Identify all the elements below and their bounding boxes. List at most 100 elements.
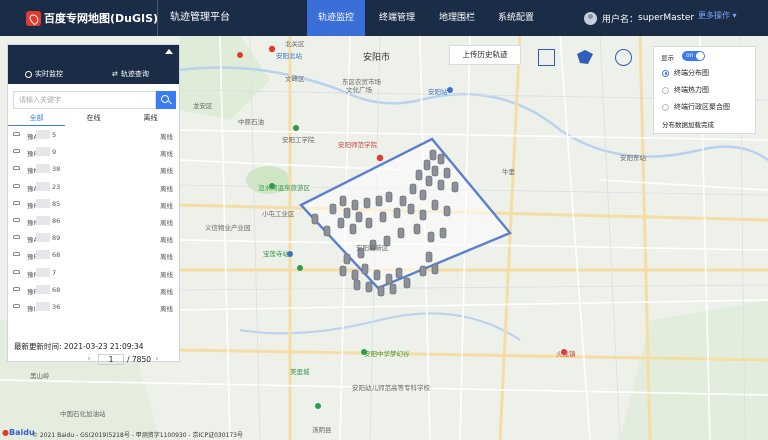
route-icon: ⇄: [112, 70, 118, 78]
search-input[interactable]: [13, 91, 156, 109]
map-label-xiaotun: 小屯工业区: [262, 210, 295, 218]
vehicle-id: 86: [52, 216, 61, 225]
nav-tab-system-config[interactable]: 系统配置: [487, 0, 545, 36]
vehicle-status: 离线: [160, 150, 173, 159]
search-button[interactable]: [156, 91, 176, 109]
map-label-wenfeng: 文峰区: [285, 75, 305, 83]
toggle-text: on: [686, 52, 694, 59]
vehicle-list-panel: 实时监控 ⇄ 轨迹查询 全部 在线 离线 豫A5离线 豫R9离线 豫N38离线 …: [7, 44, 180, 365]
polygon-tool-icon[interactable]: [571, 45, 599, 70]
car-icon: [13, 286, 20, 291]
baidu-logo[interactable]: ●Baidu: [2, 428, 35, 437]
vehicle-id: 68: [52, 251, 61, 260]
list-item[interactable]: 豫R 85 离线: [8, 196, 179, 213]
next-page-icon[interactable]: ›: [151, 354, 163, 364]
nav-tab-terminal-management[interactable]: 终端管理: [368, 0, 426, 36]
avatar: [584, 11, 597, 25]
list-item[interactable]: 豫R 9 离线: [8, 144, 179, 161]
filter-all[interactable]: 全部: [8, 113, 65, 126]
search-row: [13, 91, 176, 109]
app-root: 北关区 安阳市 安阳北站 文峰区 龙安区 东区农贸市场 文化广场 安阳站 中原石…: [0, 0, 768, 440]
map-label-meili: 美里城: [290, 368, 310, 376]
car-icon: [13, 235, 20, 240]
filter-offline[interactable]: 离线: [122, 113, 179, 123]
option-label: 终端行政区聚合图: [674, 103, 730, 111]
map-label-wenhua: 文化广场: [346, 86, 372, 94]
list-item[interactable]: 豫N 86 离线: [8, 213, 179, 230]
more-actions-menu[interactable]: 更多操作 ▾: [698, 10, 737, 21]
car-icon: [13, 303, 20, 308]
vehicle-id: 85: [52, 199, 61, 208]
option-distribution[interactable]: 终端分布图: [662, 67, 709, 79]
car-icon: [13, 252, 20, 257]
map-label-anyang-kindergarten: 安阳幼儿师范高等专科学校: [352, 384, 430, 392]
baidu-map-logo-icon: [26, 10, 41, 26]
radio-selected-icon: [662, 69, 669, 77]
display-toggle[interactable]: on: [682, 51, 705, 61]
display-options-panel: 显示 on 终端分布图 终端热力图 终端行政区聚合图 分布数据加载完成: [653, 46, 756, 134]
map-label-heishan: 黑山岭: [30, 372, 50, 380]
vehicle-id: 36: [52, 302, 61, 311]
list-item[interactable]: 豫N 38 离线: [8, 161, 179, 178]
map-label-longan: 龙安区: [193, 102, 213, 110]
logo[interactable]: 百度专网地图(DuGIS): [26, 10, 158, 26]
car-icon: [13, 166, 20, 171]
tab-label: 轨迹查询: [120, 70, 149, 78]
nav-tab-geofence[interactable]: 地理围栏: [428, 0, 486, 36]
last-updated-label: 最新更新时间:: [14, 342, 62, 351]
circle-tool-icon[interactable]: [610, 45, 638, 70]
car-icon: [13, 217, 20, 222]
vehicle-status: 离线: [160, 304, 173, 313]
user-info[interactable]: 用户名： superMaster: [584, 10, 694, 26]
map-label-anyang-hi: 安阳高新区: [356, 244, 389, 252]
nav-tab-track-monitor[interactable]: 轨迹监控: [307, 0, 365, 36]
vehicle-id: 68: [52, 285, 61, 294]
map-label-niuli: 牛里: [502, 168, 515, 176]
vehicle-status: 离线: [160, 133, 173, 141]
vehicle-status: 离线: [160, 236, 173, 245]
map-label-zhongyuan-oil: 中原石油: [238, 118, 264, 126]
filter-online[interactable]: 在线: [65, 113, 122, 123]
location-pin-icon: [25, 70, 32, 78]
vehicle-status: 离线: [160, 218, 173, 227]
car-icon: [13, 200, 20, 205]
chevron-down-icon: ▾: [732, 11, 737, 20]
list-item[interactable]: 豫A 5 离线: [8, 127, 179, 144]
map-label-anyang-station: 安阳站: [428, 88, 448, 96]
list-item[interactable]: 豫I 36 离线: [8, 299, 179, 316]
status-filter: 全部 在线 离线: [8, 113, 179, 126]
page-number-input[interactable]: 1: [98, 353, 124, 365]
map-label-anyang-edu: 安阳师范学院: [338, 141, 377, 149]
option-label: 终端分布图: [674, 69, 709, 77]
prev-page-icon[interactable]: ‹: [83, 354, 95, 364]
map-label-anyang: 安阳市: [363, 53, 391, 63]
list-item[interactable]: 豫A 23 离线: [8, 179, 179, 196]
redacted-block: [36, 164, 50, 174]
vehicle-id: 7: [52, 268, 57, 277]
copyright-text: © 2021 Baidu - GS(2019)5218号 - 甲测资字11009…: [32, 432, 243, 439]
map-label-anyang-univ: 安阳工学院: [282, 136, 315, 144]
redacted-block: [36, 267, 50, 277]
option-heatmap[interactable]: 终端热力图: [662, 84, 709, 96]
car-icon: [13, 183, 20, 188]
vehicle-list: 豫A 5 离线 豫R 9 离线 豫N 38 离线 豫A 23 离线 豫R 85 离线 豫N 86 离线 …: [8, 127, 179, 316]
app-title: 轨迹管理平台: [157, 0, 230, 36]
rectangle-tool-icon[interactable]: [533, 45, 561, 70]
toggle-knob: [696, 52, 704, 60]
redacted-block: [36, 215, 50, 225]
list-item[interactable]: 豫F 68 离线: [8, 247, 179, 264]
more-actions-label: 更多操作: [698, 11, 730, 20]
list-item[interactable]: 豫A 89 离线: [8, 230, 179, 247]
option-district-aggregation[interactable]: 终端行政区聚合图: [662, 101, 730, 113]
list-item[interactable]: 豫F 68 离线: [8, 282, 179, 299]
list-item[interactable]: 豫F 7 离线: [8, 265, 179, 282]
tab-realtime-monitor[interactable]: 实时监控: [25, 69, 63, 79]
vehicle-status: 离线: [160, 253, 173, 262]
last-updated-time: 2021-03-23 21:09:34: [63, 342, 144, 351]
option-label: 终端热力图: [674, 86, 709, 94]
collapse-arrow-icon[interactable]: [165, 49, 173, 54]
map-label-beiguan: 北关区: [285, 40, 305, 48]
tab-track-query[interactable]: ⇄ 轨迹查询: [112, 69, 149, 79]
upload-history-track-button[interactable]: 上传历史轨迹: [449, 45, 521, 65]
redacted-block: [36, 198, 50, 208]
